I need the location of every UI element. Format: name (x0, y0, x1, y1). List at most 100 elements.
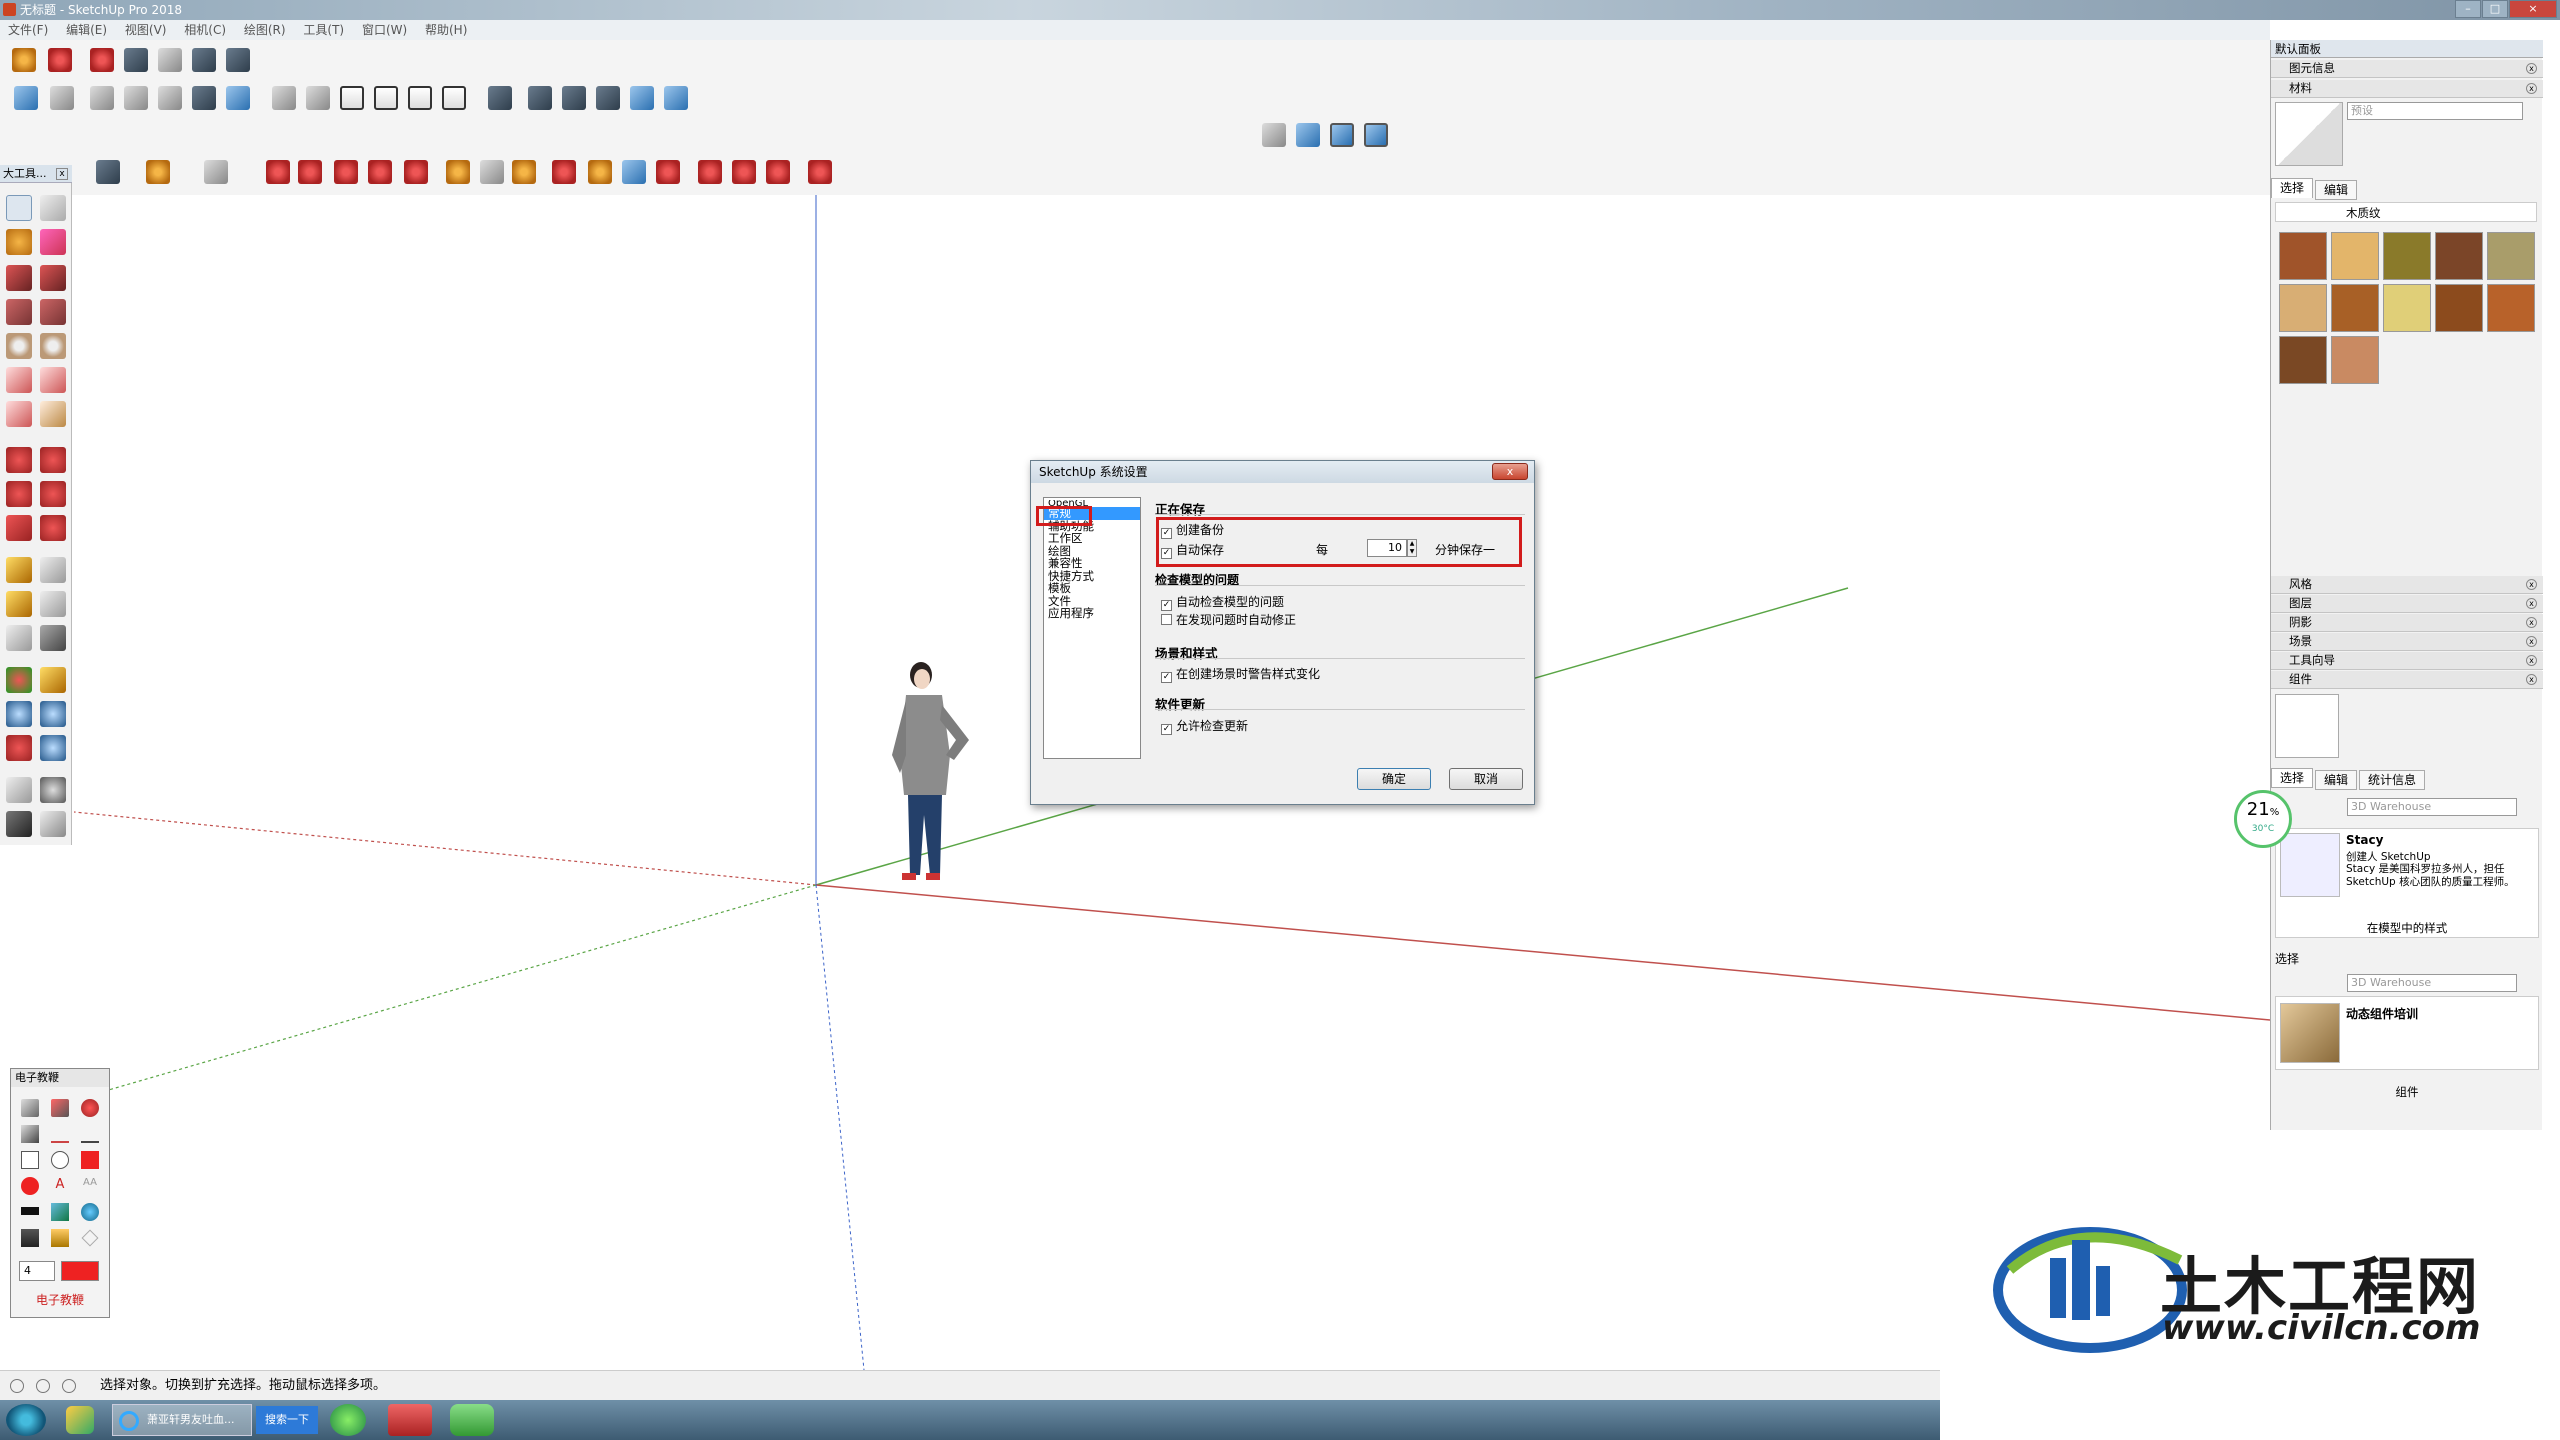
credits-icon[interactable] (36, 1379, 50, 1393)
minimize-button[interactable]: – (2455, 0, 2481, 18)
close-icon[interactable]: x (2526, 83, 2537, 94)
outliner-icon[interactable] (664, 86, 688, 110)
share-component-icon[interactable] (766, 160, 790, 184)
brush-icon[interactable] (21, 1125, 39, 1143)
hidden-line-icon[interactable] (124, 86, 148, 110)
arrow-icon[interactable] (81, 1125, 99, 1143)
warehouse-search-input[interactable]: 3D Warehouse (2347, 798, 2517, 816)
start-button-icon[interactable] (6, 1404, 46, 1436)
marker-icon[interactable] (51, 1099, 69, 1117)
line-draw-icon[interactable] (51, 1125, 69, 1143)
eraser-tool-icon[interactable] (81, 1099, 99, 1117)
checkbox-unchecked-icon[interactable] (1161, 614, 1172, 625)
components-row[interactable]: 组件 x (2271, 671, 2543, 689)
material-swatch[interactable] (2279, 336, 2327, 384)
close-icon[interactable]: x (2526, 655, 2537, 666)
right-view-icon[interactable] (374, 86, 398, 110)
xray-icon[interactable] (14, 86, 38, 110)
3d-text-icon[interactable] (40, 625, 66, 651)
text-aa-icon[interactable]: AA (81, 1177, 99, 1195)
material-swatch[interactable] (2279, 284, 2327, 332)
close-window-button[interactable]: × (2509, 0, 2557, 18)
stacy-thumbnail[interactable] (2280, 833, 2340, 897)
section-fill-icon[interactable] (596, 86, 620, 110)
open-icon[interactable] (51, 1229, 69, 1247)
line-icon[interactable] (96, 160, 120, 184)
folder-icon[interactable] (2280, 1003, 2340, 1063)
look-around-icon[interactable] (1364, 123, 1388, 147)
app-icon[interactable] (66, 1406, 94, 1434)
auto-check-option[interactable]: ✓ 自动检查模型的问题 (1161, 593, 1284, 611)
zoom-glass-icon[interactable] (81, 1203, 99, 1221)
back-edges-icon[interactable] (50, 86, 74, 110)
follow-me-icon[interactable] (298, 160, 322, 184)
in-model-label[interactable]: 在模型中的样式 (2271, 920, 2543, 936)
maximize-button[interactable]: □ (2482, 0, 2508, 18)
menu-tools[interactable]: 工具(T) (303, 23, 344, 37)
material-library-select[interactable]: 木质纹 (2275, 202, 2537, 222)
three-point-arc-icon[interactable] (6, 401, 32, 427)
layers-row[interactable]: 图层 x (2271, 595, 2543, 613)
taskbar-ie-item[interactable]: 萧亚轩男友吐血... (112, 1404, 252, 1436)
protractor-icon[interactable] (6, 591, 32, 617)
offset-icon[interactable] (40, 515, 66, 541)
material-swatch[interactable] (2487, 232, 2535, 280)
allow-update-option[interactable]: ✓ 允许检查更新 (1161, 717, 1248, 735)
freehand-icon[interactable] (40, 265, 66, 291)
close-icon[interactable]: x (2526, 674, 2537, 685)
ellipse-filled-icon[interactable] (21, 1177, 39, 1195)
sandbox-icon[interactable] (90, 48, 114, 72)
arc-icon[interactable] (146, 160, 170, 184)
dimension-icon[interactable] (40, 557, 66, 583)
add-detail-icon[interactable] (226, 48, 250, 72)
rectangle-outline-icon[interactable] (21, 1151, 39, 1169)
nav-item-workspace[interactable]: 工作区 (1044, 532, 1140, 545)
material-name-input[interactable]: 预设 (2347, 102, 2523, 120)
tape-measure-icon[interactable] (446, 160, 470, 184)
cancel-button[interactable]: 取消 (1449, 768, 1523, 790)
wechat-icon[interactable] (450, 1404, 494, 1436)
color-select[interactable] (61, 1261, 99, 1281)
close-icon[interactable]: x (2526, 636, 2537, 647)
ok-button[interactable]: 确定 (1357, 768, 1431, 790)
orbit-icon[interactable] (552, 160, 576, 184)
two-point-arc-icon[interactable] (40, 367, 66, 393)
zoom-icon[interactable] (622, 160, 646, 184)
select-tool-icon[interactable] (6, 195, 32, 221)
axes-icon[interactable] (1262, 123, 1286, 147)
zoom-tool-icon[interactable] (6, 701, 32, 727)
share-model-icon[interactable] (732, 160, 756, 184)
menu-window[interactable]: 窗口(W) (362, 23, 407, 37)
instructor-row[interactable]: 工具向导 x (2271, 652, 2543, 670)
material-swatch[interactable] (2279, 232, 2327, 280)
materials-row[interactable]: 材料 x (2271, 80, 2543, 98)
styles-row[interactable]: 风格 x (2271, 576, 2543, 594)
checkbox-checked-icon[interactable]: ✓ (1161, 600, 1172, 611)
material-swatch[interactable] (2383, 232, 2431, 280)
previous-view-icon[interactable] (40, 735, 66, 761)
material-swatch[interactable] (2487, 284, 2535, 332)
close-icon[interactable]: x (2526, 63, 2537, 74)
scale-icon[interactable] (404, 160, 428, 184)
checkbox-checked-icon[interactable]: ✓ (1161, 672, 1172, 683)
nav-item-compatibility[interactable]: 兼容性 (1044, 557, 1140, 570)
pan-icon[interactable] (588, 160, 612, 184)
browser-icon[interactable] (330, 1404, 366, 1436)
close-icon[interactable]: x (2526, 598, 2537, 609)
back-view-icon[interactable] (408, 86, 432, 110)
menu-draw[interactable]: 绘图(R) (244, 23, 286, 37)
warehouse-get-icon[interactable] (698, 160, 722, 184)
size-select[interactable]: 4 (19, 1261, 55, 1281)
push-pull-icon[interactable] (266, 160, 290, 184)
drape-icon[interactable] (192, 48, 216, 72)
left-view-icon[interactable] (442, 86, 466, 110)
pan-tool-icon[interactable] (40, 667, 66, 693)
tape-measure-tool-icon[interactable] (6, 557, 32, 583)
rotate-tool-icon[interactable] (6, 481, 32, 507)
rectangle-filled-icon[interactable] (81, 1151, 99, 1169)
material-swatch[interactable] (2383, 284, 2431, 332)
geolocation-icon[interactable] (10, 1379, 24, 1393)
shaded-textures-icon[interactable] (192, 86, 216, 110)
menu-edit[interactable]: 编辑(E) (66, 23, 107, 37)
shadows-row[interactable]: 阴影 x (2271, 614, 2543, 632)
